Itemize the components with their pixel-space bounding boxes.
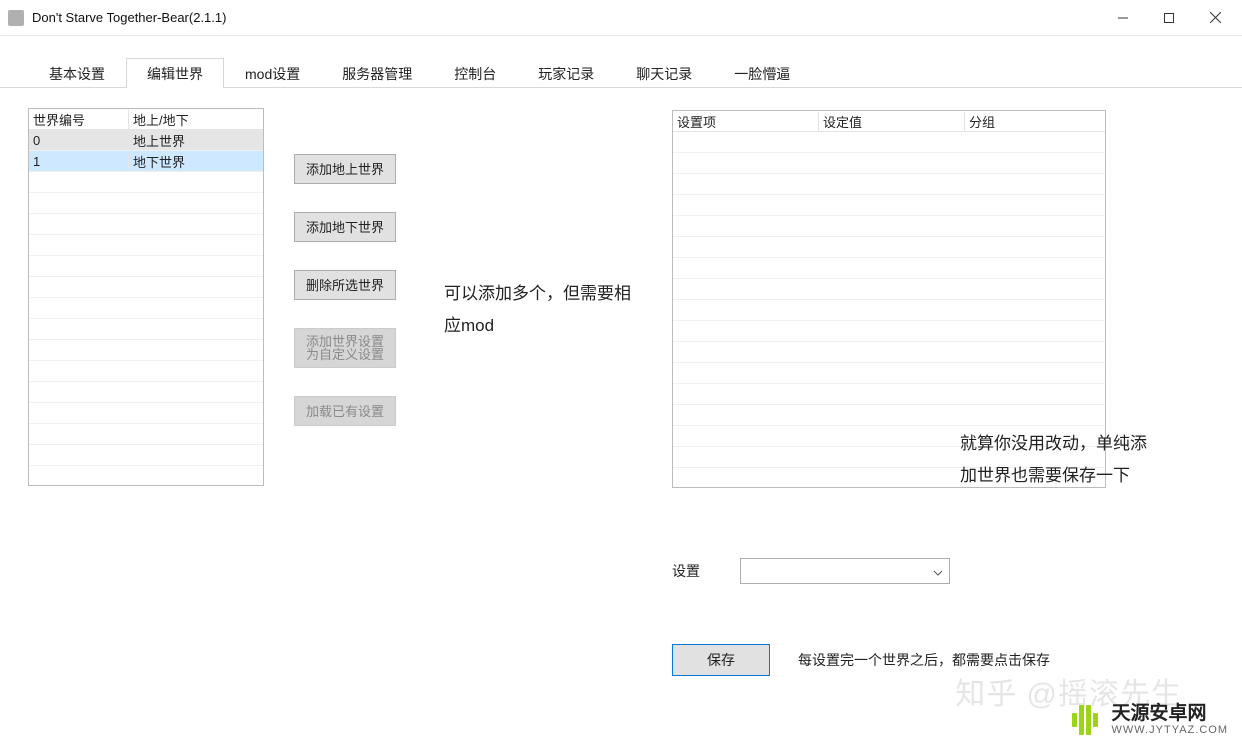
table-row[interactable]: 1 地下世界 [29,151,263,172]
table-row[interactable] [673,405,1105,426]
add-overworld-button[interactable]: 添加地上世界 [294,154,396,184]
table-row[interactable] [673,342,1105,363]
world-col-loc: 地上/地下 [129,110,263,129]
tab-mod-settings[interactable]: mod设置 [224,58,321,88]
note-right: 就算你没用改动，单纯添加世界也需要保存一下 [960,428,1160,493]
watermark-logo: 天源安卓网 WWW.JYTYAZ.COM [1066,703,1228,737]
world-table[interactable]: 世界编号 地上/地下 0 地上世界 1 地下世界 [28,108,264,486]
minimize-button[interactable] [1100,2,1146,34]
table-row[interactable] [29,256,263,277]
table-row[interactable]: 0 地上世界 [29,130,263,151]
settings-col-group: 分组 [965,112,1105,131]
site-logo-icon [1066,703,1104,737]
note-middle: 可以添加多个，但需要相应mod [444,278,634,343]
chevron-down-icon [933,564,943,579]
setting-label: 设置 [672,561,700,581]
save-button[interactable]: 保存 [672,644,770,676]
settings-table-header: 设置项 设定值 分组 [673,111,1105,132]
title-bar: Don't Starve Together-Bear(2.1.1) [0,0,1242,36]
table-row[interactable] [673,216,1105,237]
save-note: 每设置完一个世界之后，都需要点击保存 [798,650,1050,670]
settings-col-value: 设定值 [819,112,965,131]
tab-player-log[interactable]: 玩家记录 [517,58,615,88]
load-config-button[interactable]: 加载已有设置 [294,396,396,426]
window-title: Don't Starve Together-Bear(2.1.1) [32,10,226,25]
close-button[interactable] [1192,2,1238,34]
table-row[interactable] [29,172,263,193]
table-row[interactable] [29,235,263,256]
site-name-en: WWW.JYTYAZ.COM [1112,724,1228,736]
table-row[interactable] [29,403,263,424]
table-row[interactable] [673,279,1105,300]
table-row[interactable] [29,193,263,214]
tab-strip: 基本设置 编辑世界 mod设置 服务器管理 控制台 玩家记录 聊天记录 一脸懵逼 [0,36,1242,88]
table-row[interactable] [29,361,263,382]
setting-combobox[interactable] [740,558,950,584]
button-column: 添加地上世界 添加地下世界 删除所选世界 添加世界设置 为自定义设置 加载已有设… [294,108,414,688]
table-row[interactable] [673,258,1105,279]
table-row[interactable] [673,195,1105,216]
table-row[interactable] [673,300,1105,321]
table-row[interactable] [673,384,1105,405]
world-table-header: 世界编号 地上/地下 [29,109,263,130]
setting-row: 设置 [672,558,950,584]
tab-confused[interactable]: 一脸懵逼 [713,58,811,88]
content-area: 世界编号 地上/地下 0 地上世界 1 地下世界 添加地上世界 添加地下世界 删… [0,88,1242,708]
add-world-config-button[interactable]: 添加世界设置 为自定义设置 [294,328,396,368]
table-row[interactable] [673,132,1105,153]
tab-console[interactable]: 控制台 [433,58,517,88]
save-row: 保存 每设置完一个世界之后，都需要点击保存 [672,644,1050,676]
table-row[interactable] [29,424,263,445]
settings-col-item: 设置项 [673,112,819,131]
table-row[interactable] [673,321,1105,342]
table-row[interactable] [673,363,1105,384]
table-row[interactable] [29,340,263,361]
app-icon [8,10,24,26]
table-row[interactable] [29,319,263,340]
delete-world-button[interactable]: 删除所选世界 [294,270,396,300]
tab-edit-world[interactable]: 编辑世界 [126,58,224,88]
table-row[interactable] [29,298,263,319]
table-row[interactable] [29,214,263,235]
table-row[interactable] [29,277,263,298]
table-row[interactable] [673,153,1105,174]
add-underworld-button[interactable]: 添加地下世界 [294,212,396,242]
world-col-id: 世界编号 [29,110,129,129]
table-row[interactable] [673,174,1105,195]
table-row[interactable] [29,382,263,403]
table-row[interactable] [29,445,263,466]
table-row[interactable] [673,237,1105,258]
tab-server-mgmt[interactable]: 服务器管理 [321,58,433,88]
tab-chat-log[interactable]: 聊天记录 [615,58,713,88]
tab-basic-settings[interactable]: 基本设置 [28,58,126,88]
maximize-button[interactable] [1146,2,1192,34]
